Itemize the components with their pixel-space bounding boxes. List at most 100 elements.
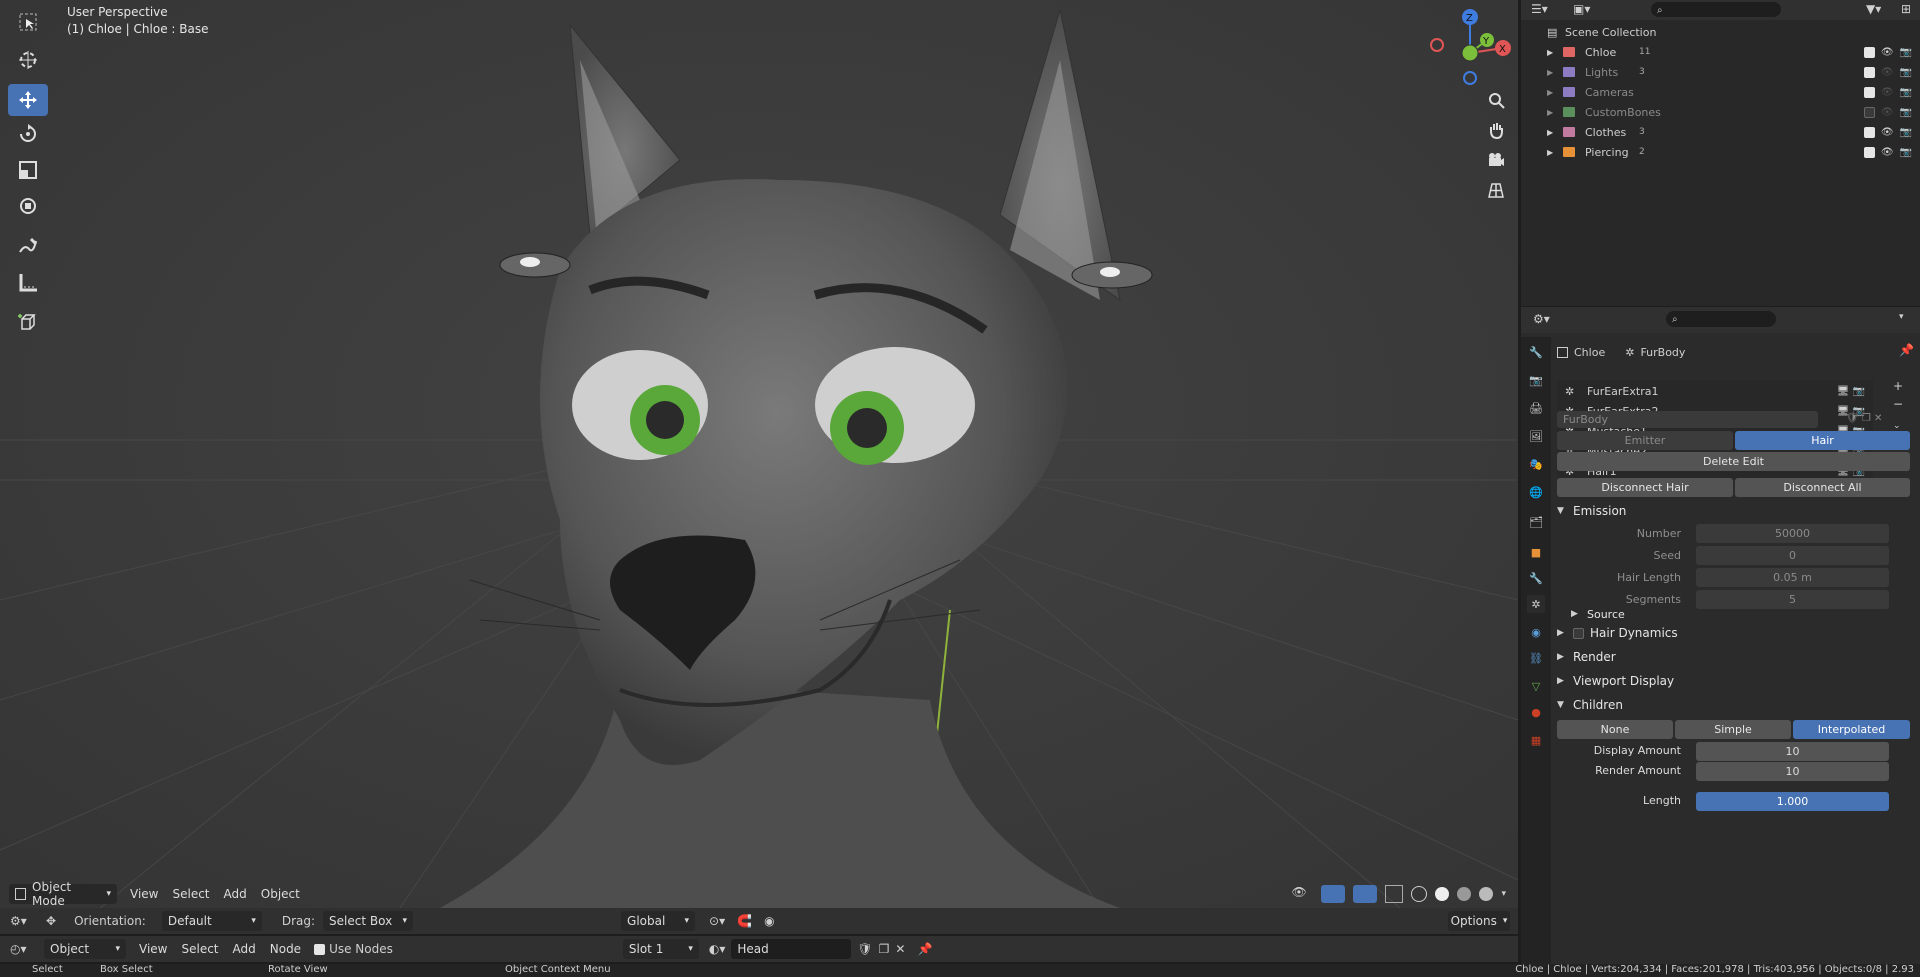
outliner-search-input[interactable]: ⌕ [1651,2,1781,17]
camera-view-button[interactable] [1483,147,1509,173]
modifier-tab-icon[interactable]: 🔧 [1527,569,1545,587]
wireframe-shading-icon[interactable] [1411,886,1428,902]
zoom-view-button[interactable] [1483,87,1509,113]
exclude-checkbox[interactable] [1863,86,1875,98]
render-amount-field[interactable]: 10 [1696,762,1889,781]
expand-arrow-icon[interactable]: ▶ [1547,128,1553,137]
new-collection-icon[interactable]: ⊞ [1901,2,1911,16]
eye-icon[interactable]: 👁 [1881,67,1894,78]
menu-add[interactable]: Add [217,887,254,901]
gizmo-toggle-icon[interactable] [1321,885,1346,903]
fake-user-icon[interactable]: 🛡 [857,942,872,956]
expand-arrow-icon[interactable]: ▶ [1547,148,1553,157]
expand-arrow-icon[interactable]: ▶ [1547,68,1553,77]
exclude-checkbox[interactable] [1863,146,1875,158]
ortho-toggle-button[interactable] [1483,177,1509,203]
children-panel-header[interactable]: ▼ Children [1557,694,1917,716]
shading-dropdown-arrow[interactable]: ▾ [1501,889,1506,899]
material-shading-icon[interactable] [1457,887,1472,901]
menu-view[interactable]: View [123,887,165,901]
node-menu-view[interactable]: View [132,942,174,956]
collection-tab-icon[interactable]: 🗂 [1527,513,1545,531]
disconnect-hair-button[interactable]: Disconnect Hair [1557,478,1733,497]
emission-field-value[interactable]: 0.05 m [1696,568,1889,587]
eye-icon[interactable]: 👁 [1881,107,1894,118]
tool-tab-icon[interactable]: 🔧 [1527,343,1545,361]
emission-panel-header[interactable]: ▼ Emission [1557,500,1917,522]
emission-field-value[interactable]: 0 [1696,546,1889,565]
render-camera-icon[interactable]: 📷 [1900,47,1912,58]
world-tab-icon[interactable]: 🌐 [1527,483,1545,501]
drag-dropdown[interactable]: Select Box ▾ [323,911,414,931]
type-emitter-button[interactable]: Emitter [1557,431,1733,450]
particle-settings-field[interactable]: FurBody [1557,411,1818,428]
shader-editor-type-icon[interactable]: ◴▾ [10,942,38,956]
add-cube-tool[interactable] [8,306,48,338]
render-camera-icon[interactable]: 📷 [1900,147,1912,158]
exclude-checkbox[interactable] [1863,106,1875,118]
material-browse-icon[interactable]: ◐▾ [709,942,726,956]
children-simple-button[interactable]: Simple [1675,720,1791,739]
pan-view-button[interactable] [1483,117,1509,143]
material-tab-icon[interactable]: ● [1527,703,1545,721]
material-name-field[interactable]: Head [731,939,852,959]
properties-options-icon[interactable]: ▾ [1899,312,1904,322]
rotate-tool[interactable] [8,118,48,150]
viewport-display-panel-header[interactable]: ▶ Viewport Display [1557,670,1917,692]
hair-dynamics-checkbox[interactable] [1573,627,1584,639]
expand-arrow-icon[interactable]: ▶ [1547,88,1553,97]
proportional-edit-icon[interactable]: ◉ [764,914,774,928]
disconnect-all-button[interactable]: Disconnect All [1735,478,1910,497]
display-amount-field[interactable]: 10 [1696,742,1889,761]
editor-type-icon[interactable]: ⚙▾ [10,914,38,928]
outliner-collection-row[interactable]: ▶ Clothes 3 👁 📷 [1521,122,1920,142]
outliner-collection-row[interactable]: ▶ Chloe 11 👁 📷 [1521,42,1920,62]
particles-tab-icon[interactable]: ✲ [1527,595,1545,613]
visibility-eye-icon[interactable]: 👁 [1291,885,1313,903]
outliner-collection-row[interactable]: ▶ CustomBones 👁 📷 [1521,102,1920,122]
delete-edit-button[interactable]: Delete Edit [1557,452,1910,471]
eye-icon[interactable]: 👁 [1881,47,1894,58]
node-menu-add[interactable]: Add [226,942,263,956]
unlink-material-icon[interactable]: ✕ [895,942,905,956]
node-menu-select[interactable]: Select [174,942,225,956]
measure-tool[interactable] [8,266,48,298]
transform-tool[interactable] [8,190,48,222]
options-dropdown[interactable]: Options ▾ [1448,911,1510,931]
properties-editor-type-icon[interactable]: ⚙▾ [1533,312,1550,326]
remove-particle-system-button[interactable]: − [1893,397,1903,411]
shader-object-dropdown[interactable]: Object ▾ [44,939,126,959]
exclude-checkbox[interactable] [1863,126,1875,138]
pin-properties-icon[interactable]: 📌 [1899,343,1914,357]
use-nodes-checkbox[interactable] [314,943,326,955]
object-tab-icon[interactable]: ■ [1527,543,1545,561]
use-nodes-toggle[interactable]: Use Nodes [314,942,393,956]
overlay-toggle-icon[interactable] [1353,885,1378,903]
object-mode-dropdown[interactable]: Object Mode ▾ [9,880,117,908]
render-camera-icon[interactable]: 📷 [1900,127,1912,138]
exclude-checkbox[interactable] [1863,66,1875,78]
duplicate-material-icon[interactable]: ❐ [879,942,890,956]
children-interpolated-button[interactable]: Interpolated [1793,720,1910,739]
node-menu-node[interactable]: Node [263,942,308,956]
render-camera-icon[interactable]: 📷 [1900,67,1912,78]
render-camera-icon[interactable]: 📷 [1900,87,1912,98]
outliner-collection-row[interactable]: ▶ Cameras 👁 📷 [1521,82,1920,102]
view-layer-tab-icon[interactable]: 🖼 [1527,427,1545,445]
filter-icon[interactable]: ▼▾ [1866,2,1881,16]
menu-select[interactable]: Select [165,887,216,901]
expand-arrow-icon[interactable]: ▶ [1547,108,1553,117]
cursor-tool[interactable] [8,44,48,76]
constraints-tab-icon[interactable]: ⛓ [1527,649,1545,667]
render-panel-header[interactable]: ▶ Render [1557,646,1917,668]
properties-search-input[interactable]: ⌕ [1666,311,1776,327]
hair-dynamics-panel-header[interactable]: ▶ Hair Dynamics [1557,622,1917,644]
type-hair-button[interactable]: Hair [1735,431,1910,450]
exclude-checkbox[interactable] [1863,46,1875,58]
add-particle-system-button[interactable]: + [1893,379,1903,393]
data-tab-icon[interactable]: ▽ [1527,677,1545,695]
pin-icon[interactable]: 📌 [917,942,932,956]
texture-tab-icon[interactable]: ▦ [1527,731,1545,749]
viewport-render-toggle-icons[interactable]: 🖥 📷 [1837,386,1865,397]
emission-field-value[interactable]: 50000 [1696,524,1889,543]
